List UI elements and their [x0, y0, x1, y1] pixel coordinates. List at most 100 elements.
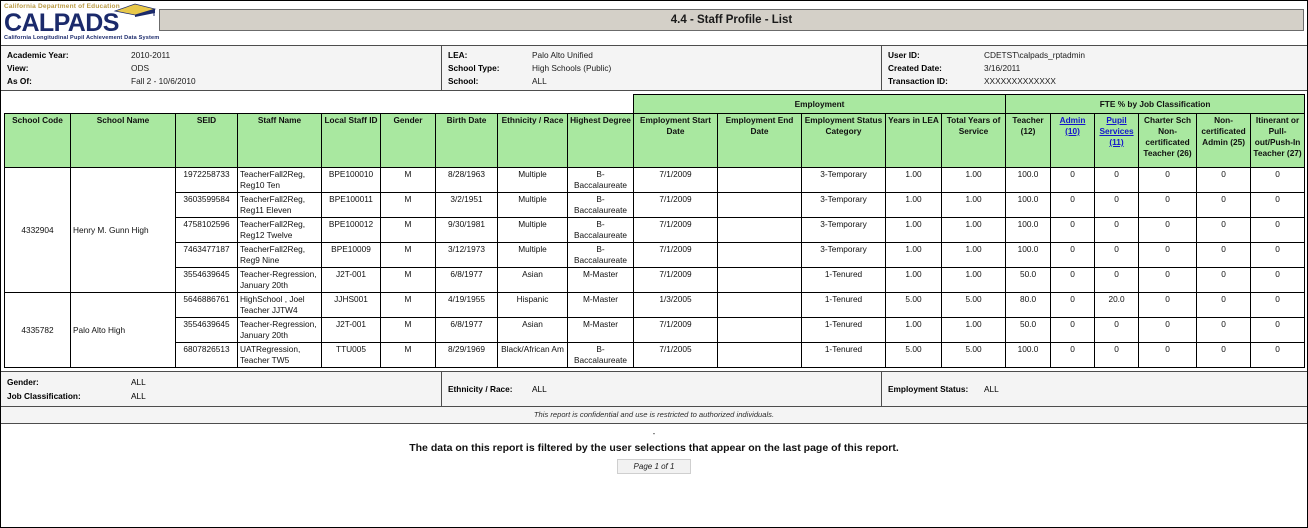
- cell-local-staff-id: BPE10009: [321, 242, 381, 268]
- cell-staff-name: Teacher-Regression, January 20th: [237, 267, 322, 293]
- cell-itinerant-teacher: 0: [1250, 292, 1306, 318]
- cell-non-certificated-admin: 0: [1196, 317, 1252, 343]
- param-academic-year: Academic Year: 2010-2011: [7, 48, 441, 61]
- col-header-charter-sch-non-certificated-teacher[interactable]: Charter Sch Non-certificated Teacher (26…: [1138, 113, 1198, 168]
- col-header-non-certificated-admin[interactable]: Non-certificated Admin (25): [1196, 113, 1252, 168]
- param-transaction-id: Transaction ID: XXXXXXXXXXXXX: [888, 75, 1307, 88]
- col-header-pupil-services[interactable]: Pupil Services (11): [1094, 113, 1140, 168]
- pupil-services-link[interactable]: Pupil Services (11): [1099, 115, 1133, 147]
- param-label: As Of:: [7, 76, 32, 87]
- cell-seid: 6807826513: [175, 342, 238, 368]
- cell-non-certificated-admin: 0: [1196, 217, 1252, 243]
- cell-employment-start-date: 7/1/2009: [633, 192, 718, 218]
- cell-highest-degree: B-Baccalaureate: [567, 167, 634, 193]
- cell-birth-date: 6/8/1977: [435, 267, 498, 293]
- cell-pupil-services: 0: [1094, 167, 1140, 193]
- filter-employment-status: Employment Status: ALL: [888, 382, 1307, 396]
- cell-ethnicity-race: Hispanic: [497, 292, 568, 318]
- col-header-school-code[interactable]: School Code: [4, 113, 71, 168]
- cell-employment-end-date: [717, 242, 802, 268]
- cell-employment-status-category: 1-Tenured: [801, 292, 886, 318]
- param-value: XXXXXXXXXXXXX: [984, 76, 1056, 87]
- filter-gender: Gender: ALL: [7, 375, 441, 389]
- cell-years-in-lea: 1.00: [885, 242, 942, 268]
- cell-birth-date: 9/30/1981: [435, 217, 498, 243]
- col-header-school-name[interactable]: School Name: [70, 113, 176, 168]
- cell-staff-name: TeacherFall2Reg, Reg11 Eleven: [237, 192, 322, 218]
- cell-employment-start-date: 7/1/2005: [633, 342, 718, 368]
- cell-total-years-of-service: 5.00: [940, 292, 1007, 318]
- cell-birth-date: 8/29/1969: [435, 342, 498, 368]
- cell-highest-degree: B-Baccalaureate: [567, 192, 634, 218]
- cell-pupil-services: 0: [1094, 217, 1140, 243]
- cell-school-name: Henry M. Gunn High: [70, 167, 176, 293]
- cell-gender: M: [380, 317, 436, 343]
- param-value: CDETST\calpads_rptadmin: [984, 49, 1085, 60]
- col-header-ethnicity-race[interactable]: Ethnicity / Race: [497, 113, 568, 168]
- table-row: 4335782 Palo Alto High 5646886761 HighSchoo…: [4, 292, 1306, 368]
- table-row: 6807826513 UATRegression, Teacher TW5 TTU0…: [5, 342, 1306, 368]
- cell-highest-degree: M-Master: [567, 317, 634, 343]
- cell-teacher: 100.0: [1005, 192, 1052, 218]
- col-header-highest-degree[interactable]: Highest Degree: [567, 113, 634, 168]
- param-label: School Type:: [448, 62, 500, 73]
- cell-teacher: 100.0: [1005, 217, 1052, 243]
- param-label: User ID:: [888, 49, 920, 60]
- cell-pupil-services: 0: [1094, 242, 1140, 268]
- col-header-itinerant-pullout-pushin-teacher[interactable]: Itinerant or Pull-out/Push-In Teacher (2…: [1250, 113, 1306, 168]
- col-header-employment-start-date[interactable]: Employment Start Date: [633, 113, 718, 168]
- note-dash: -: [652, 429, 656, 438]
- col-header-staff-name[interactable]: Staff Name: [237, 113, 322, 168]
- cell-charter-sch-non-certificated-teacher: 0: [1138, 217, 1198, 243]
- col-header-employment-status-category[interactable]: Employment Status Category: [801, 113, 886, 168]
- staff-profile-table: Employment FTE % by Job Classification S…: [4, 94, 1306, 368]
- cell-highest-degree: B-Baccalaureate: [567, 342, 634, 368]
- cell-employment-start-date: 7/1/2009: [633, 267, 718, 293]
- pupil-services-link-label: Pupil Services: [1099, 115, 1134, 136]
- cell-charter-sch-non-certificated-teacher: 0: [1138, 292, 1198, 318]
- col-header-teacher[interactable]: Teacher (12): [1005, 113, 1052, 168]
- col-header-birth-date[interactable]: Birth Date: [435, 113, 498, 168]
- cell-charter-sch-non-certificated-teacher: 0: [1138, 317, 1198, 343]
- report-filter-strip: Gender: ALL Job Classification: ALL Ethn…: [1, 371, 1307, 407]
- cell-birth-date: 6/8/1977: [435, 317, 498, 343]
- cell-non-certificated-admin: 0: [1196, 242, 1252, 268]
- param-user-id: User ID: CDETST\calpads_rptadmin: [888, 48, 1307, 61]
- col-header-local-staff-id[interactable]: Local Staff ID: [321, 113, 381, 168]
- cell-years-in-lea: 1.00: [885, 192, 942, 218]
- cell-pupil-services: 0: [1094, 317, 1140, 343]
- col-header-gender[interactable]: Gender: [380, 113, 436, 168]
- cell-employment-start-date: 7/1/2009: [633, 217, 718, 243]
- cell-local-staff-id: TTU005: [321, 342, 381, 368]
- cell-gender: M: [380, 267, 436, 293]
- cell-highest-degree: B-Baccalaureate: [567, 242, 634, 268]
- filter-value: ALL: [984, 384, 999, 394]
- cell-employment-status-category: 3-Temporary: [801, 167, 886, 193]
- col-header-admin[interactable]: Admin (10): [1050, 113, 1096, 168]
- param-value: 2010-2011: [131, 49, 171, 60]
- cell-seid: 3554639645: [175, 317, 238, 343]
- admin-link[interactable]: Admin (10): [1060, 115, 1086, 136]
- cell-school-name: Palo Alto High: [70, 292, 176, 368]
- cell-charter-sch-non-certificated-teacher: 0: [1138, 192, 1198, 218]
- filter-group-right: Employment Status: ALL: [881, 372, 1307, 406]
- cell-birth-date: 8/28/1963: [435, 167, 498, 193]
- cell-total-years-of-service: 1.00: [940, 167, 1007, 193]
- cell-non-certificated-admin: 0: [1196, 167, 1252, 193]
- cell-ethnicity-race: Black/African Am: [497, 342, 568, 368]
- cell-employment-status-category: 1-Tenured: [801, 267, 886, 293]
- filter-group-left: Gender: ALL Job Classification: ALL: [1, 372, 441, 406]
- cell-itinerant-teacher: 0: [1250, 267, 1306, 293]
- cell-teacher: 50.0: [1005, 317, 1052, 343]
- col-header-employment-end-date[interactable]: Employment End Date: [717, 113, 802, 168]
- param-lea: LEA: Palo Alto Unified: [448, 48, 881, 61]
- col-header-total-years-of-service[interactable]: Total Years of Service: [940, 113, 1007, 168]
- col-header-seid[interactable]: SEID: [175, 113, 238, 168]
- param-value: Palo Alto Unified: [532, 49, 593, 60]
- table-row: 3603599584 TeacherFall2Reg, Reg11 Eleven B…: [5, 192, 1306, 218]
- admin-link-code: (10): [1065, 126, 1080, 136]
- cell-years-in-lea: 1.00: [885, 217, 942, 243]
- param-created-date: Created Date: 3/16/2011: [888, 61, 1307, 74]
- col-header-years-in-lea[interactable]: Years in LEA: [885, 113, 942, 168]
- page-indicator: Page 1 of 1: [616, 459, 692, 474]
